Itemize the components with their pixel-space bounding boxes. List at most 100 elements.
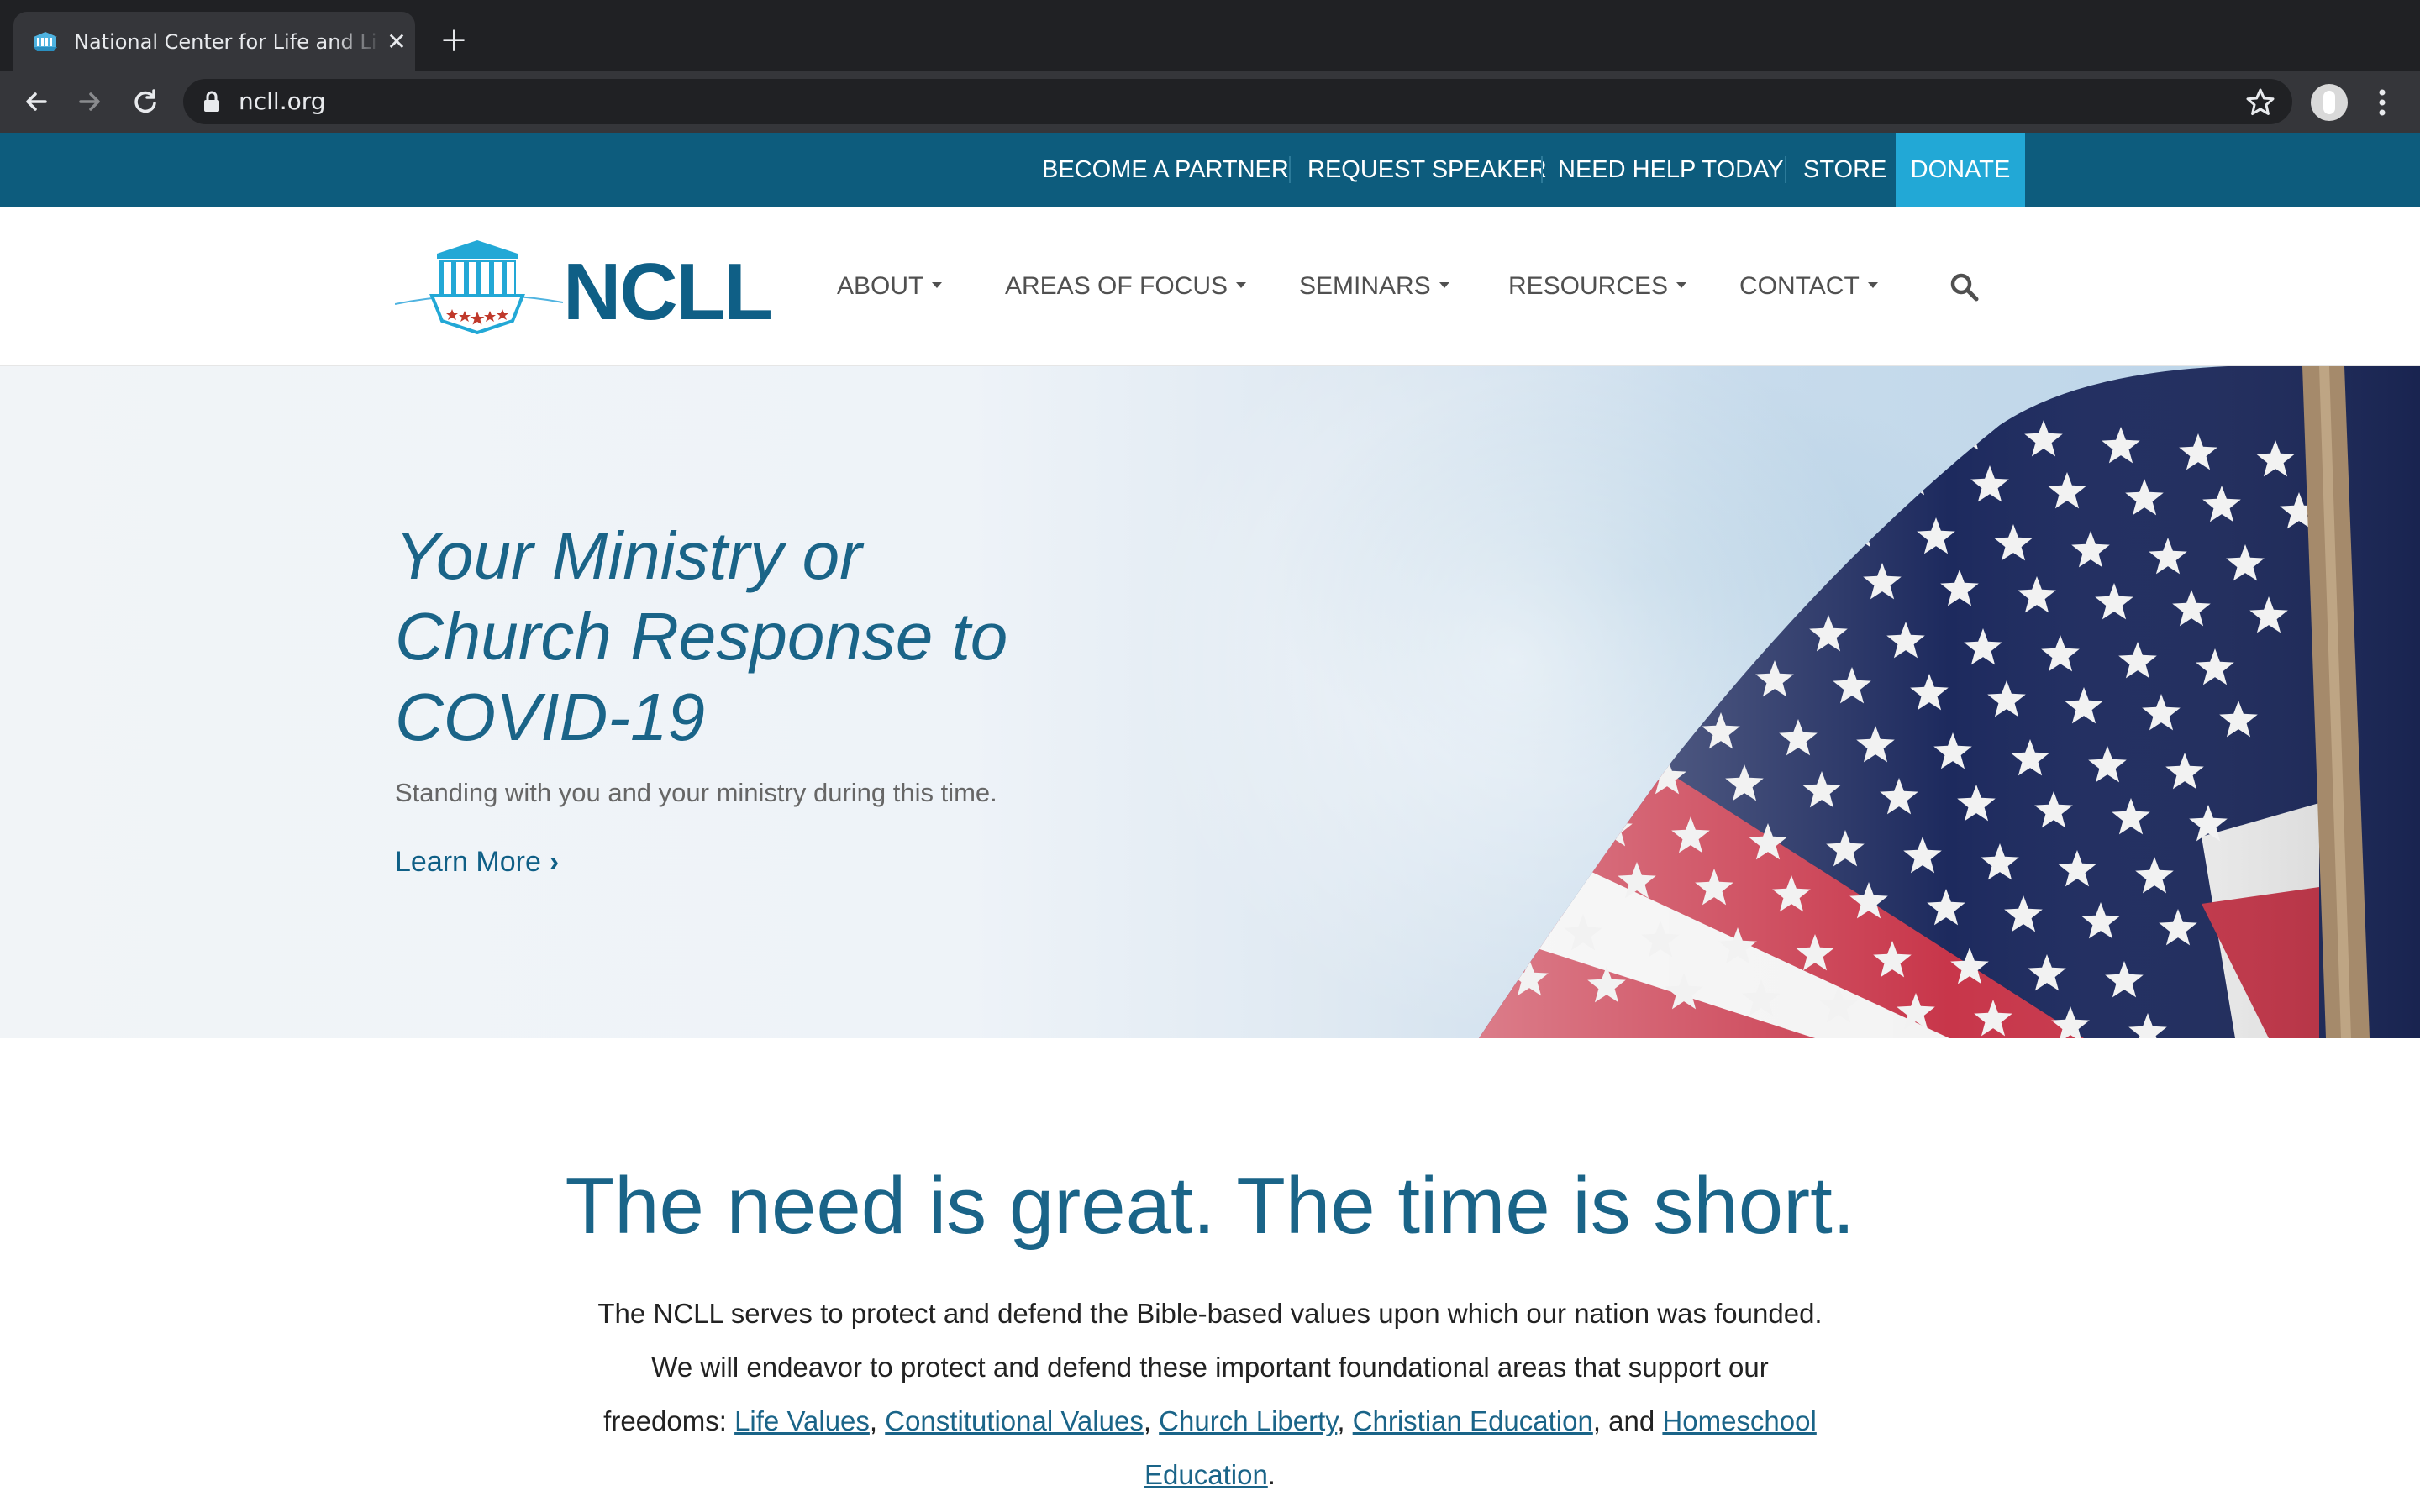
nav-label: RESOURCES bbox=[1508, 272, 1669, 300]
hero-title: Your Ministry or Church Response to COVI… bbox=[395, 516, 1084, 758]
flag-star bbox=[1517, 803, 1555, 840]
kebab-menu-icon[interactable] bbox=[2370, 84, 2395, 121]
nav-about[interactable]: ABOUT bbox=[837, 265, 943, 307]
reload-icon[interactable] bbox=[126, 82, 165, 121]
flag-star bbox=[1732, 608, 1770, 645]
capitol-logo-icon bbox=[395, 240, 563, 335]
caret-down-icon bbox=[932, 281, 943, 288]
caret-down-icon bbox=[1439, 281, 1449, 288]
browser-tab-bar: National Center for Life and Liberty ✕ + bbox=[0, 0, 2420, 71]
ncll-logo[interactable]: NCLL bbox=[395, 237, 773, 336]
flag-star bbox=[1786, 556, 1824, 593]
flag-star bbox=[1479, 692, 1508, 729]
flag-star bbox=[1816, 452, 1854, 489]
flag-star bbox=[1540, 855, 1579, 892]
hero-banner: Your Ministry or Church Response to COVI… bbox=[0, 366, 2420, 1038]
flag-star bbox=[1479, 848, 1502, 885]
search-icon[interactable] bbox=[1949, 272, 1980, 302]
nav-seminars[interactable]: SEMINARS bbox=[1299, 265, 1449, 307]
donate-button[interactable]: DONATE bbox=[1896, 133, 2025, 207]
flag-star bbox=[1547, 699, 1586, 736]
flag-star bbox=[1493, 744, 1532, 781]
star-icon[interactable] bbox=[2244, 86, 2277, 119]
tab-title: National Center for Life and Liberty bbox=[74, 30, 376, 54]
flag-star bbox=[1870, 407, 1908, 444]
address-bar[interactable]: ncll.org bbox=[183, 79, 2292, 124]
caret-down-icon bbox=[1867, 281, 1878, 288]
link-christian-education[interactable]: Christian Education bbox=[1353, 1405, 1593, 1436]
ncll-favicon-icon bbox=[34, 32, 57, 51]
separator: , bbox=[1143, 1405, 1160, 1436]
caret-down-icon bbox=[1236, 281, 1247, 288]
util-divider bbox=[1289, 156, 1291, 183]
nav-contact[interactable]: CONTACT bbox=[1739, 265, 1878, 307]
flag-star bbox=[1631, 543, 1670, 580]
learn-more-link[interactable]: Learn More › bbox=[395, 843, 559, 880]
util-link-become-partner[interactable]: BECOME A PARTNER bbox=[1042, 133, 1289, 207]
flag-star bbox=[1530, 484, 1569, 521]
flag-star bbox=[1708, 549, 1747, 586]
intro-heading: The need is great. The time is short. bbox=[565, 1161, 1855, 1251]
url-text[interactable]: ncll.org bbox=[239, 86, 326, 118]
link-constitutional-values[interactable]: Constitutional Values bbox=[885, 1405, 1144, 1436]
intro-end: . bbox=[1267, 1459, 1276, 1490]
new-tab-button[interactable]: + bbox=[437, 24, 471, 57]
nav-resources[interactable]: RESOURCES bbox=[1508, 265, 1687, 307]
flag-star bbox=[1638, 386, 1676, 423]
flag-star bbox=[1570, 751, 1609, 788]
tab-close-icon[interactable]: ✕ bbox=[383, 29, 410, 55]
avatar-silhouette bbox=[2323, 91, 2335, 114]
util-link-need-help[interactable]: NEED HELP TODAY bbox=[1558, 133, 1784, 207]
separator: , bbox=[1337, 1405, 1353, 1436]
flag-star bbox=[1762, 504, 1801, 541]
flag-star bbox=[1715, 393, 1754, 430]
flag-star bbox=[1584, 432, 1623, 469]
flag-star bbox=[1577, 595, 1616, 632]
flag-star bbox=[1624, 706, 1663, 743]
profile-avatar-icon[interactable] bbox=[2311, 84, 2348, 121]
flag-star bbox=[1739, 445, 1777, 482]
flag-star bbox=[1554, 536, 1592, 573]
logo-wordmark: NCLL bbox=[563, 247, 773, 337]
nav-label: ABOUT bbox=[837, 272, 924, 300]
forward-arrow-icon[interactable] bbox=[71, 82, 109, 121]
browser-toolbar: ncll.org bbox=[0, 71, 2420, 133]
utility-nav-bar: BECOME A PARTNER REQUEST SPEAKER NEED HE… bbox=[0, 133, 2420, 207]
nav-areas-of-focus[interactable]: AREAS OF FOCUS bbox=[1005, 265, 1247, 307]
lock-icon bbox=[204, 91, 219, 112]
browser-tab[interactable]: National Center for Life and Liberty ✕ bbox=[13, 12, 415, 71]
site-header: NCLL ABOUT AREAS OF FOCUS SEMINARS RESOU… bbox=[0, 207, 2420, 366]
nav-label: SEMINARS bbox=[1299, 272, 1431, 300]
chevron-right-icon: › bbox=[549, 846, 560, 878]
util-link-store[interactable]: STORE bbox=[1803, 133, 1886, 207]
caret-down-icon bbox=[1676, 281, 1687, 288]
flag-star bbox=[1607, 491, 1646, 528]
hero-title-line: COVID-19 bbox=[395, 680, 705, 754]
link-church-liberty[interactable]: Church Liberty bbox=[1159, 1405, 1337, 1436]
util-divider bbox=[1541, 156, 1543, 183]
learn-more-label: Learn More bbox=[395, 846, 541, 878]
tab-title-fade bbox=[333, 24, 383, 60]
american-flag-image bbox=[1479, 366, 2420, 1038]
flag-star bbox=[1655, 601, 1693, 638]
flag-star bbox=[1560, 380, 1599, 417]
hero-title-line: Church Response to bbox=[395, 599, 1008, 674]
flag-star bbox=[1500, 588, 1539, 625]
separator: , bbox=[869, 1405, 886, 1436]
flag-star bbox=[1661, 438, 1700, 475]
flag-star bbox=[1486, 907, 1525, 944]
flag-star bbox=[1523, 640, 1562, 677]
link-life-values[interactable]: Life Values bbox=[734, 1405, 870, 1436]
nav-label: AREAS OF FOCUS bbox=[1005, 272, 1228, 300]
flag-star bbox=[1601, 647, 1639, 684]
flag-star bbox=[1792, 400, 1831, 437]
util-divider bbox=[1785, 156, 1786, 183]
hero-title-line: Your Ministry or bbox=[395, 518, 862, 593]
hero-subtitle: Standing with you and your ministry duri… bbox=[395, 778, 997, 807]
util-link-request-speaker[interactable]: REQUEST SPEAKER bbox=[1307, 133, 1547, 207]
flag-star bbox=[1678, 654, 1717, 690]
nav-label: CONTACT bbox=[1739, 272, 1860, 300]
separator: , and bbox=[1592, 1405, 1663, 1436]
back-arrow-icon[interactable] bbox=[17, 82, 55, 121]
flag-star bbox=[1685, 497, 1723, 534]
